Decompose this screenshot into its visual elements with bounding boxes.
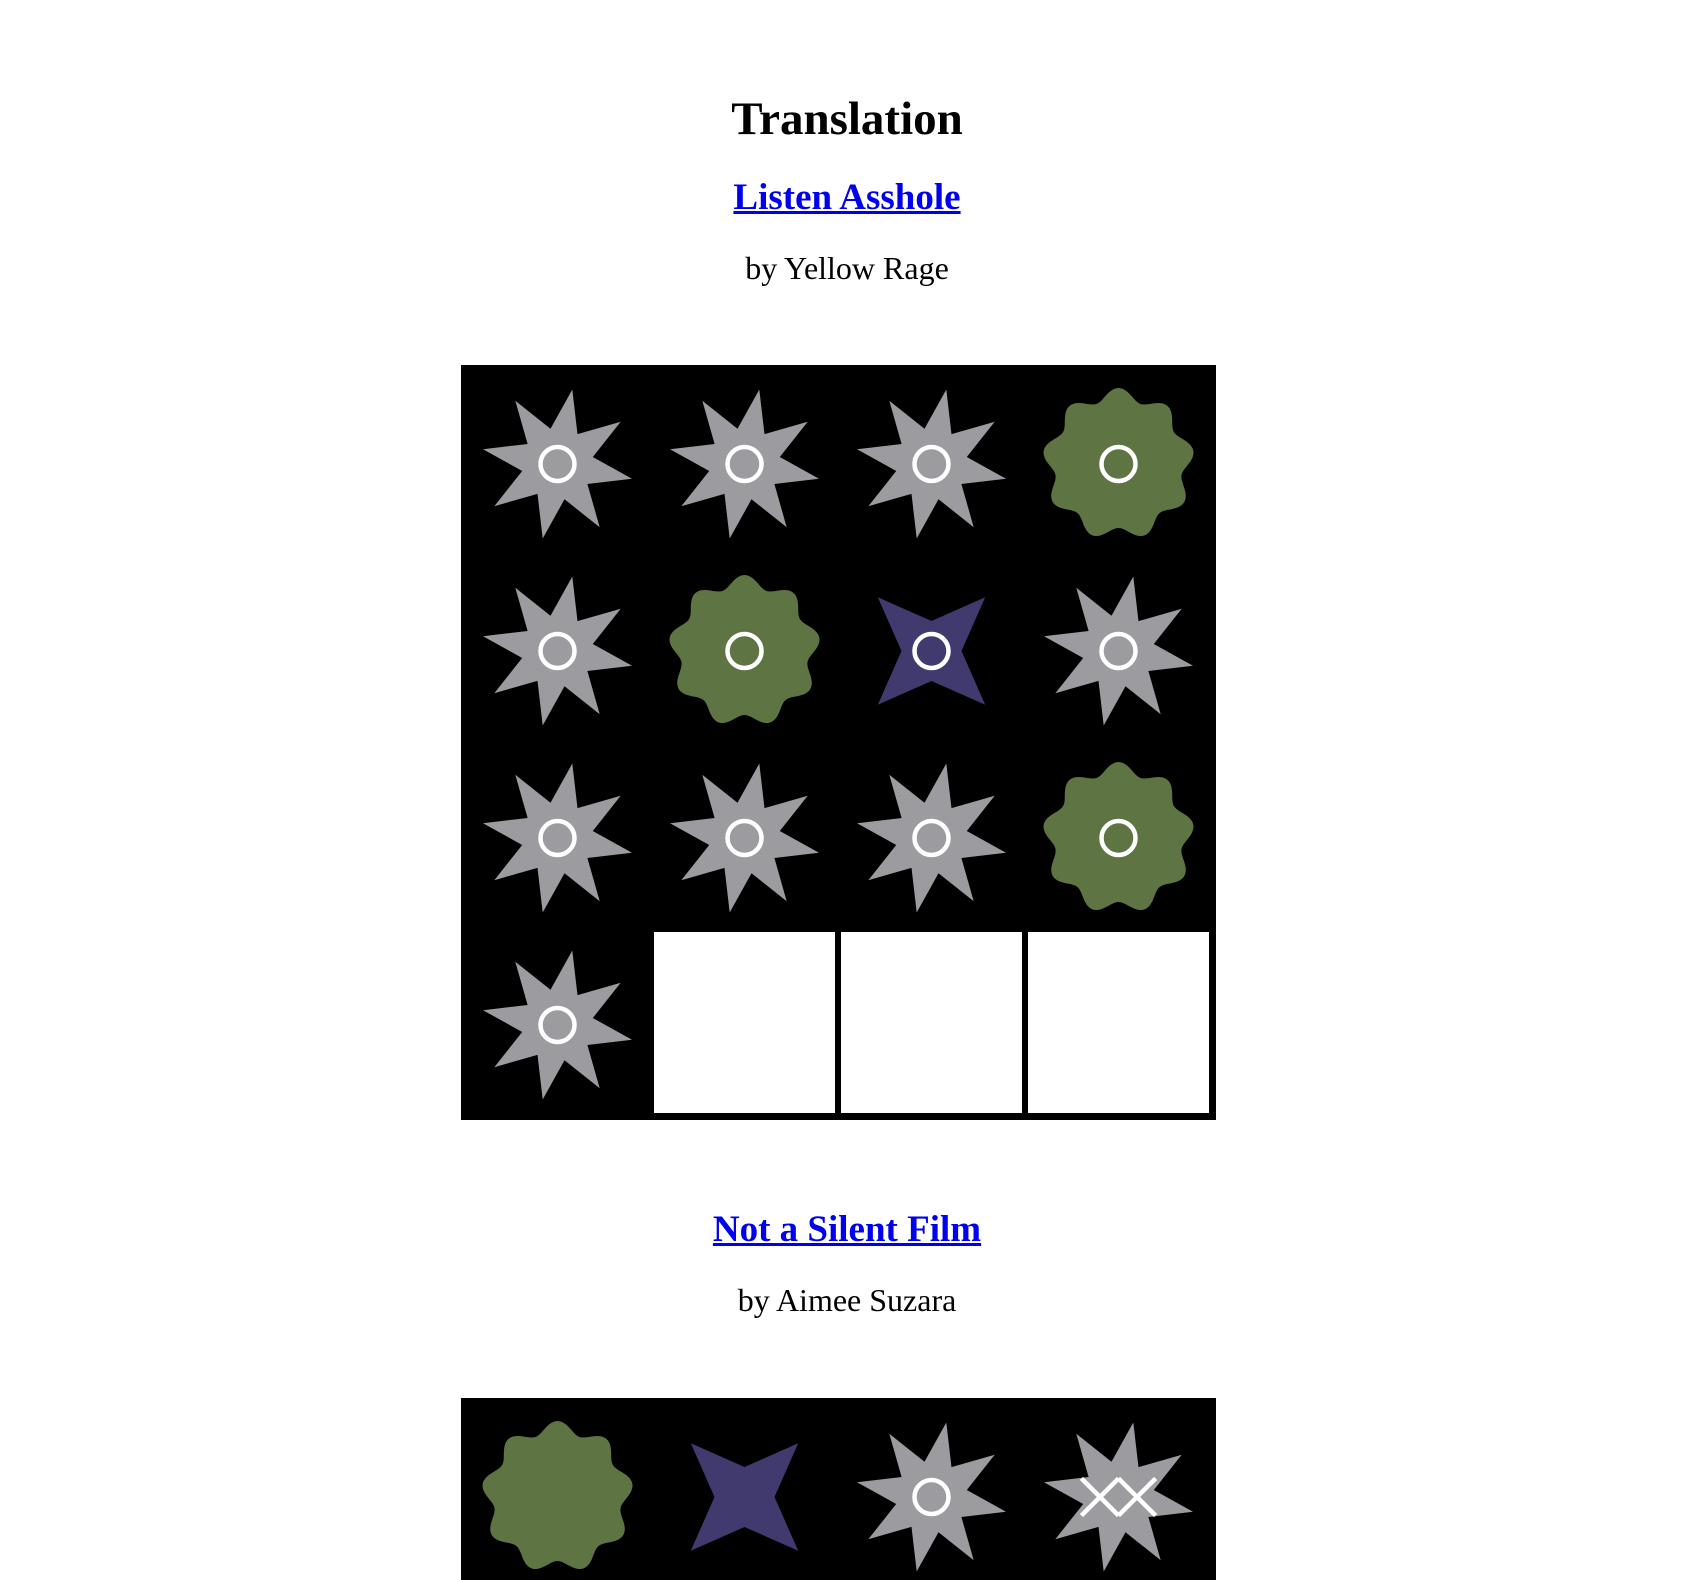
glyph-tile[interactable] bbox=[838, 368, 1025, 555]
glyph-tile[interactable] bbox=[651, 555, 838, 742]
glyph-tile[interactable] bbox=[651, 742, 838, 929]
eight-point-star-icon bbox=[1044, 1422, 1193, 1572]
glyph-tile[interactable] bbox=[838, 555, 1025, 742]
glyph-tile[interactable] bbox=[1025, 742, 1212, 929]
empty-tile-slot bbox=[1025, 929, 1212, 1116]
poem-tile-grid bbox=[461, 365, 1216, 1120]
eight-point-star-icon bbox=[857, 763, 1006, 913]
eight-point-star-icon bbox=[483, 389, 632, 539]
wavy-flower-icon bbox=[1043, 388, 1194, 536]
eight-point-star-icon bbox=[670, 389, 819, 539]
four-point-star-icon bbox=[877, 597, 986, 705]
poem-title-link[interactable]: Not a Silent Film bbox=[713, 1209, 981, 1250]
glyph-tile[interactable] bbox=[838, 742, 1025, 929]
glyph-tile[interactable] bbox=[464, 929, 651, 1116]
glyph-tile[interactable] bbox=[651, 368, 838, 555]
poem-byline: by Yellow Rage bbox=[745, 250, 949, 286]
poem-tile-grid bbox=[461, 1398, 1216, 1580]
page-title: Translation bbox=[731, 93, 963, 145]
eight-point-star-icon bbox=[857, 1422, 1006, 1572]
poem-title-link[interactable]: Listen Asshole bbox=[733, 177, 960, 218]
glyph-tile[interactable] bbox=[651, 1401, 838, 1580]
eight-point-star-icon bbox=[1044, 576, 1193, 726]
glyph-tile[interactable] bbox=[838, 1401, 1025, 1580]
glyph-tile[interactable] bbox=[464, 368, 651, 555]
eight-point-star-icon bbox=[483, 950, 632, 1100]
wavy-flower-icon bbox=[1043, 762, 1194, 910]
glyph-tile[interactable] bbox=[1025, 1401, 1212, 1580]
glyph-tile[interactable] bbox=[464, 1401, 651, 1580]
glyph-tile[interactable] bbox=[1025, 368, 1212, 555]
empty-tile-slot bbox=[651, 929, 838, 1116]
wavy-flower-icon bbox=[482, 1421, 633, 1569]
wavy-flower-icon bbox=[669, 575, 820, 723]
glyph-tile[interactable] bbox=[1025, 555, 1212, 742]
eight-point-star-icon bbox=[483, 763, 632, 913]
glyph-tile[interactable] bbox=[464, 742, 651, 929]
eight-point-star-icon bbox=[670, 763, 819, 913]
poem-byline: by Aimee Suzara bbox=[737, 1282, 957, 1318]
eight-point-star-icon bbox=[857, 389, 1006, 539]
four-point-star-icon bbox=[690, 1443, 799, 1551]
eight-point-star-icon bbox=[483, 576, 632, 726]
empty-tile-slot bbox=[838, 929, 1025, 1116]
glyph-tile[interactable] bbox=[464, 555, 651, 742]
